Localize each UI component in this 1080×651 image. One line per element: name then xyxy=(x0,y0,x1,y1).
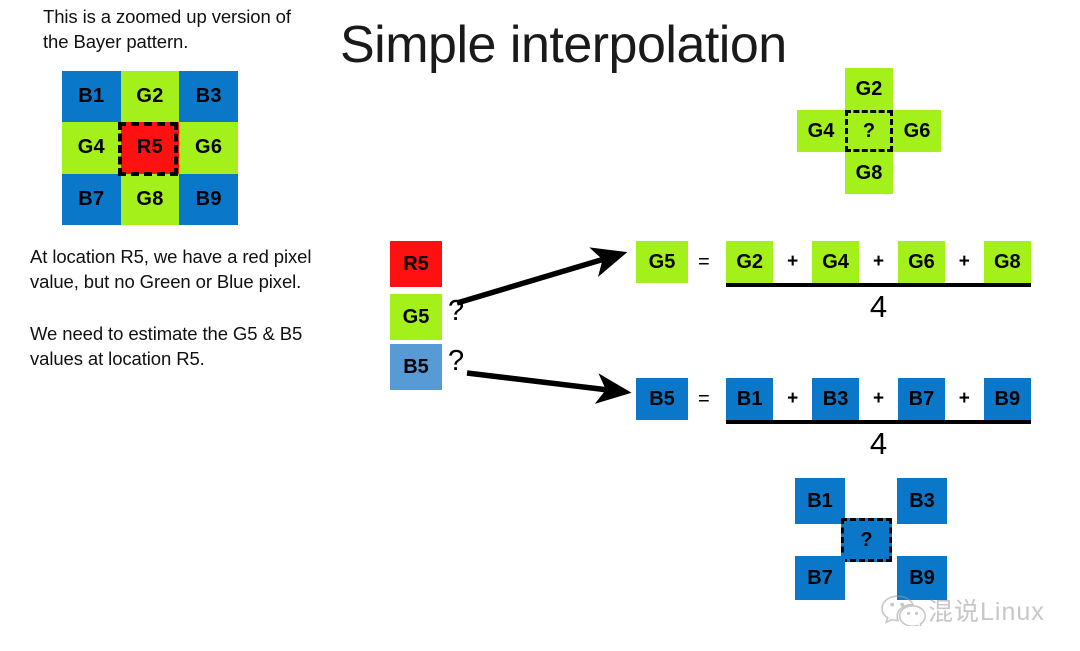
green-cross-cell-g6: G6 xyxy=(893,110,941,152)
intro-text: This is a zoomed up version of the Bayer… xyxy=(43,6,291,52)
equation-g5-term-g2: G2 xyxy=(726,241,774,283)
green-cross-cell-g8: G8 xyxy=(845,152,893,194)
arrow-to-blue-equation xyxy=(466,370,632,404)
green-cross-cell-g4: G4 xyxy=(797,110,845,152)
equation-b5-term-b3: B3 xyxy=(811,378,860,420)
bayer-cell-g2: G2 xyxy=(120,71,180,123)
blue-cross-cell-b1: B1 xyxy=(795,478,845,524)
body-text-location-r5: At location R5, we have a red pixel valu… xyxy=(30,246,312,292)
equation-b5-term-b1: B1 xyxy=(726,378,774,420)
equation-b5-lhs: B5 xyxy=(636,378,688,420)
green-cross-cell-unknown: ? xyxy=(845,110,893,152)
bayer-cell-b1: B1 xyxy=(62,71,121,123)
equation-b5-numerator: B1 + B3 + B7 + B9 xyxy=(726,378,1031,420)
equation-g5-term-g8: G8 xyxy=(983,241,1031,283)
equation-b5-operator-3: + xyxy=(958,388,970,409)
equation-g5-operator-3: + xyxy=(958,251,970,272)
equation-g5-equals-sign: = xyxy=(698,251,710,273)
equation-b5-term-b7: B7 xyxy=(897,378,946,420)
blue-cross-cell-b3: B3 xyxy=(897,478,947,524)
watermark-text: 混说Linux xyxy=(928,598,1045,626)
equation-g5-term-g4: G4 xyxy=(811,241,860,283)
equation-g5-numerator: G2 + G4 + G6 + G8 xyxy=(726,241,1031,283)
green-neighbour-cross: G2 G4 ? G6 G8 xyxy=(797,68,941,194)
bayer-cell-b7: B7 xyxy=(62,173,121,225)
equation-g5-operator-2: + xyxy=(872,251,885,272)
blue-neighbour-cross: B1 B3 ? B7 B9 xyxy=(795,478,947,600)
bayer-cell-g4: G4 xyxy=(62,122,121,174)
blue-cross-cell-b7: B7 xyxy=(795,556,845,600)
equation-b5-equals-sign: = xyxy=(698,388,710,410)
arrow-to-green-equation xyxy=(456,247,628,306)
equation-g5-lhs: G5 xyxy=(636,241,688,283)
watermark: 混说Linux xyxy=(880,592,1045,628)
equation-g5-operator-1: + xyxy=(787,251,799,272)
page-title: Simple interpolation xyxy=(340,16,787,74)
equation-b5-operator-2: + xyxy=(872,388,885,409)
bayer-cell-g6: G6 xyxy=(179,122,238,174)
equation-b5-fraction: B1 + B3 + B7 + B9 4 xyxy=(726,378,1031,464)
body-text-estimate-g5-b5: We need to estimate the G5 & B5 values a… xyxy=(30,323,303,369)
green-cross-cell-g2: G2 xyxy=(845,68,893,110)
bayer-cell-b3: B3 xyxy=(179,71,238,123)
blue-cross-cell-unknown: ? xyxy=(841,518,892,562)
bayer-cell-g8: G8 xyxy=(120,173,180,225)
question-mark-b5: ? xyxy=(448,345,465,377)
bayer-highlight-dashed-box xyxy=(118,122,178,176)
wechat-icon xyxy=(881,595,926,626)
swatch-b5: B5 xyxy=(390,344,442,390)
equation-b5-term-b9: B9 xyxy=(983,378,1031,420)
equation-g5-denominator: 4 xyxy=(869,289,888,324)
equation-g5-term-g6: G6 xyxy=(897,241,946,283)
swatch-r5: R5 xyxy=(390,241,442,287)
swatch-g5: G5 xyxy=(390,294,442,340)
bayer-cell-b9: B9 xyxy=(179,173,238,225)
equation-g5-fraction: G2 + G4 + G6 + G8 4 xyxy=(726,241,1031,327)
equation-b5-denominator: 4 xyxy=(869,426,888,461)
equation-b5-operator-1: + xyxy=(787,388,799,409)
